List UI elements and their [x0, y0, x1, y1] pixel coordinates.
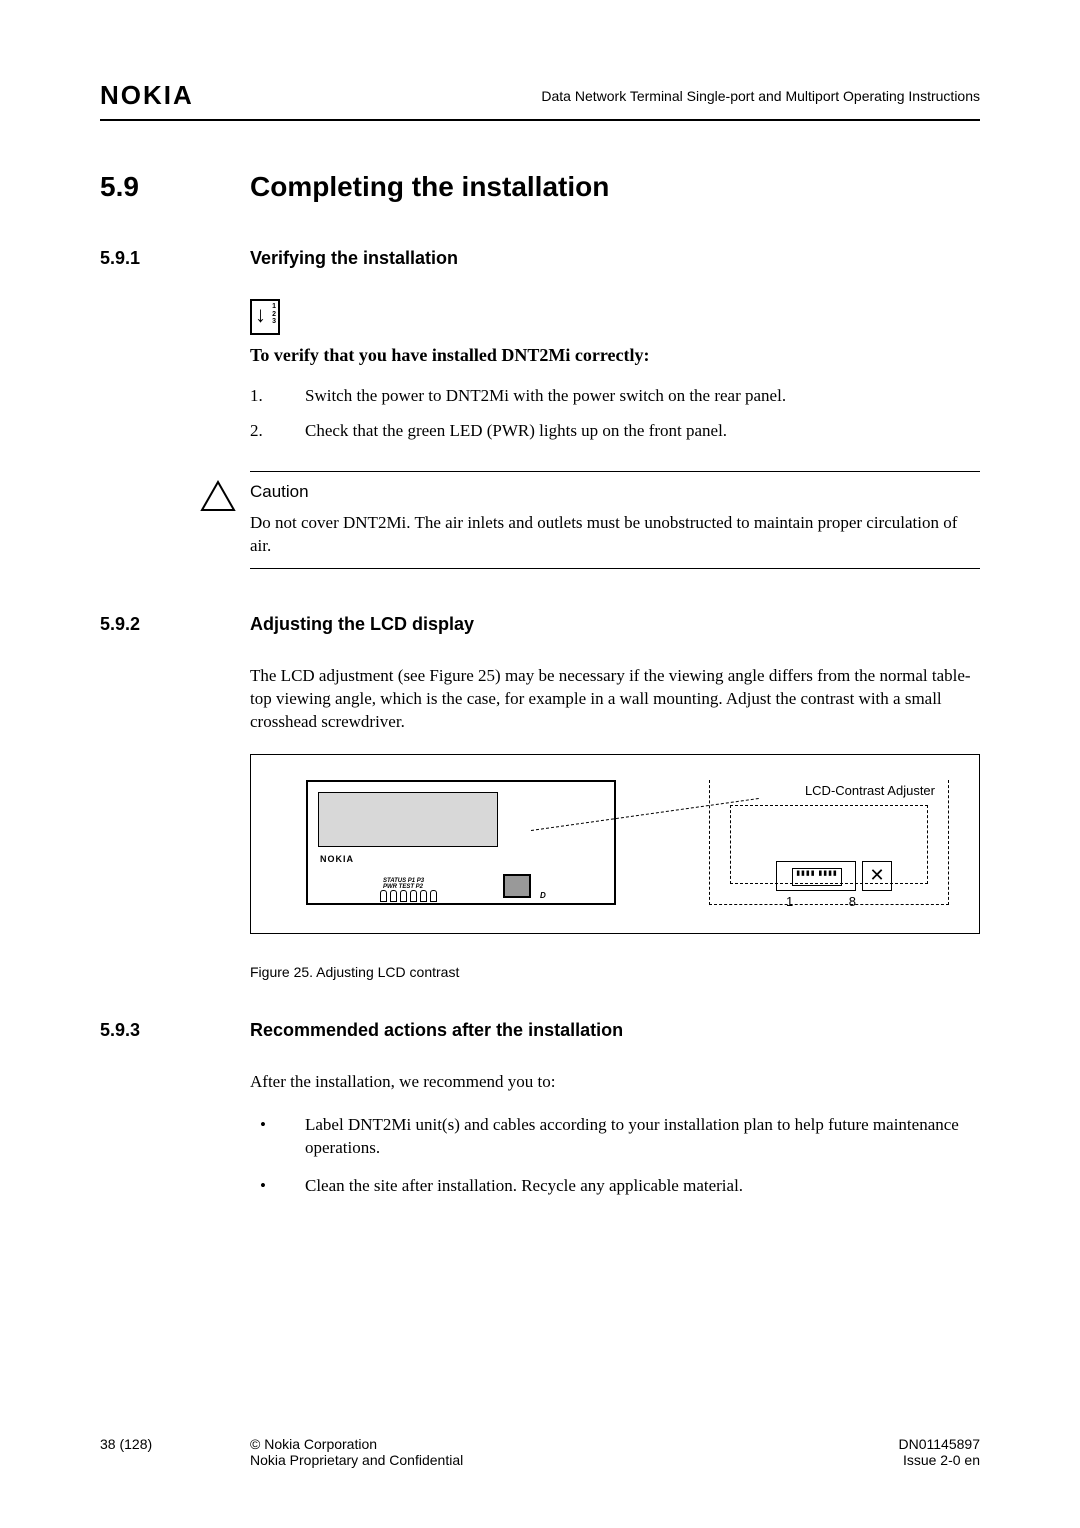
- pin-number-1: 1: [786, 894, 793, 909]
- led-icon: [390, 890, 397, 902]
- device-front-panel: NOKIA STATUS P1 P3 PWR TEST P2 D: [306, 780, 616, 905]
- adjuster-label: LCD-Contrast Adjuster: [801, 783, 939, 798]
- document-id: DN01145897: [830, 1436, 980, 1452]
- list-item: • Label DNT2Mi unit(s) and cables accord…: [250, 1114, 980, 1160]
- step-text: Switch the power to DNT2Mi with the powe…: [305, 386, 786, 406]
- subsection-number: 5.9.1: [100, 248, 250, 269]
- lcd-paragraph: The LCD adjustment (see Figure 25) may b…: [250, 665, 980, 734]
- led-icon: [410, 890, 417, 902]
- led-icon: [420, 890, 427, 902]
- section-title: Completing the installation: [250, 171, 609, 203]
- list-item: 1. Switch the power to DNT2Mi with the p…: [250, 386, 980, 406]
- led-icon: [430, 890, 437, 902]
- subsection-heading: 5.9.1 Verifying the installation: [100, 248, 980, 269]
- device-led-labels: STATUS P1 P3 PWR TEST P2: [383, 878, 424, 890]
- lcd-block: The LCD adjustment (see Figure 25) may b…: [250, 665, 980, 980]
- step-number: 2.: [250, 421, 305, 441]
- led-icon: [400, 890, 407, 902]
- figure-caption: Figure 25. Adjusting LCD contrast: [250, 964, 980, 980]
- section-number: 5.9: [100, 171, 250, 203]
- bullet-icon: •: [250, 1114, 305, 1160]
- caution-block: Caution Do not cover DNT2Mi. The air inl…: [250, 471, 980, 569]
- verify-steps-list: 1. Switch the power to DNT2Mi with the p…: [250, 386, 980, 441]
- device-leds: [380, 890, 437, 902]
- subsection-heading: 5.9.3 Recommended actions after the inst…: [100, 1020, 980, 1041]
- detail-panel: ▮▮▮▮ ▮▮▮▮ ✕ 1 8: [709, 780, 949, 905]
- verify-intro: To verify that you have installed DNT2Mi…: [250, 345, 980, 366]
- confidential-text: Nokia Proprietary and Confidential: [250, 1452, 830, 1468]
- document-title: Data Network Terminal Single-port and Mu…: [541, 88, 980, 104]
- subsection-number: 5.9.3: [100, 1020, 250, 1041]
- detail-panel-inner: ▮▮▮▮ ▮▮▮▮ ✕ 1 8: [730, 805, 928, 884]
- device-lcd-screen: [318, 792, 498, 847]
- steps-icon: ↓ 1 2 3: [250, 299, 280, 335]
- device-brand-label: NOKIA: [320, 854, 354, 864]
- footer-center: © Nokia Corporation Nokia Proprietary an…: [250, 1436, 830, 1468]
- down-arrow-icon: ↓: [255, 304, 266, 326]
- page-footer: 38 (128) © Nokia Corporation Nokia Propr…: [100, 1436, 980, 1468]
- subsection-heading: 5.9.2 Adjusting the LCD display: [100, 614, 980, 635]
- footer-right: DN01145897 Issue 2-0 en: [830, 1436, 980, 1468]
- caution-title: Caution: [250, 482, 980, 502]
- figure-25: NOKIA STATUS P1 P3 PWR TEST P2 D LCD-Con…: [250, 754, 980, 934]
- recommended-intro: After the installation, we recommend you…: [250, 1071, 980, 1094]
- connector-box: ▮▮▮▮ ▮▮▮▮: [776, 861, 856, 891]
- recommended-list: • Label DNT2Mi unit(s) and cables accord…: [250, 1114, 980, 1198]
- nokia-logo: NOKIA: [100, 80, 194, 111]
- verify-block: ↓ 1 2 3 To verify that you have installe…: [250, 299, 980, 441]
- list-item: • Clean the site after installation. Rec…: [250, 1175, 980, 1198]
- pin-number-8: 8: [849, 894, 856, 909]
- caution-triangle-icon: [200, 480, 236, 512]
- step-icon-numbers: 1 2 3: [272, 303, 276, 326]
- section-heading: 5.9 Completing the installation: [100, 171, 980, 203]
- bullet-text: Label DNT2Mi unit(s) and cables accordin…: [305, 1114, 980, 1160]
- step-text: Check that the green LED (PWR) lights up…: [305, 421, 727, 441]
- device-button-icon: [503, 874, 531, 898]
- list-item: 2. Check that the green LED (PWR) lights…: [250, 421, 980, 441]
- pin-numbers: 1 8: [786, 894, 856, 909]
- page-header: NOKIA Data Network Terminal Single-port …: [100, 80, 980, 121]
- device-d-label: D: [540, 891, 546, 900]
- step-number: 1.: [250, 386, 305, 406]
- subsection-title: Recommended actions after the installati…: [250, 1020, 623, 1041]
- issue-text: Issue 2-0 en: [830, 1452, 980, 1468]
- copyright-text: © Nokia Corporation: [250, 1436, 830, 1452]
- page-number: 38 (128): [100, 1436, 240, 1468]
- subsection-number: 5.9.2: [100, 614, 250, 635]
- recommended-block: After the installation, we recommend you…: [250, 1071, 980, 1198]
- bullet-text: Clean the site after installation. Recyc…: [305, 1175, 743, 1198]
- led-icon: [380, 890, 387, 902]
- subsection-title: Verifying the installation: [250, 248, 458, 269]
- subsection-title: Adjusting the LCD display: [250, 614, 474, 635]
- contrast-screw-icon: ✕: [862, 861, 892, 891]
- caution-text: Do not cover DNT2Mi. The air inlets and …: [250, 512, 980, 558]
- led-labels-top: STATUS P1 P3: [383, 878, 424, 884]
- connector-pins-icon: ▮▮▮▮ ▮▮▮▮: [792, 868, 842, 886]
- bullet-icon: •: [250, 1175, 305, 1198]
